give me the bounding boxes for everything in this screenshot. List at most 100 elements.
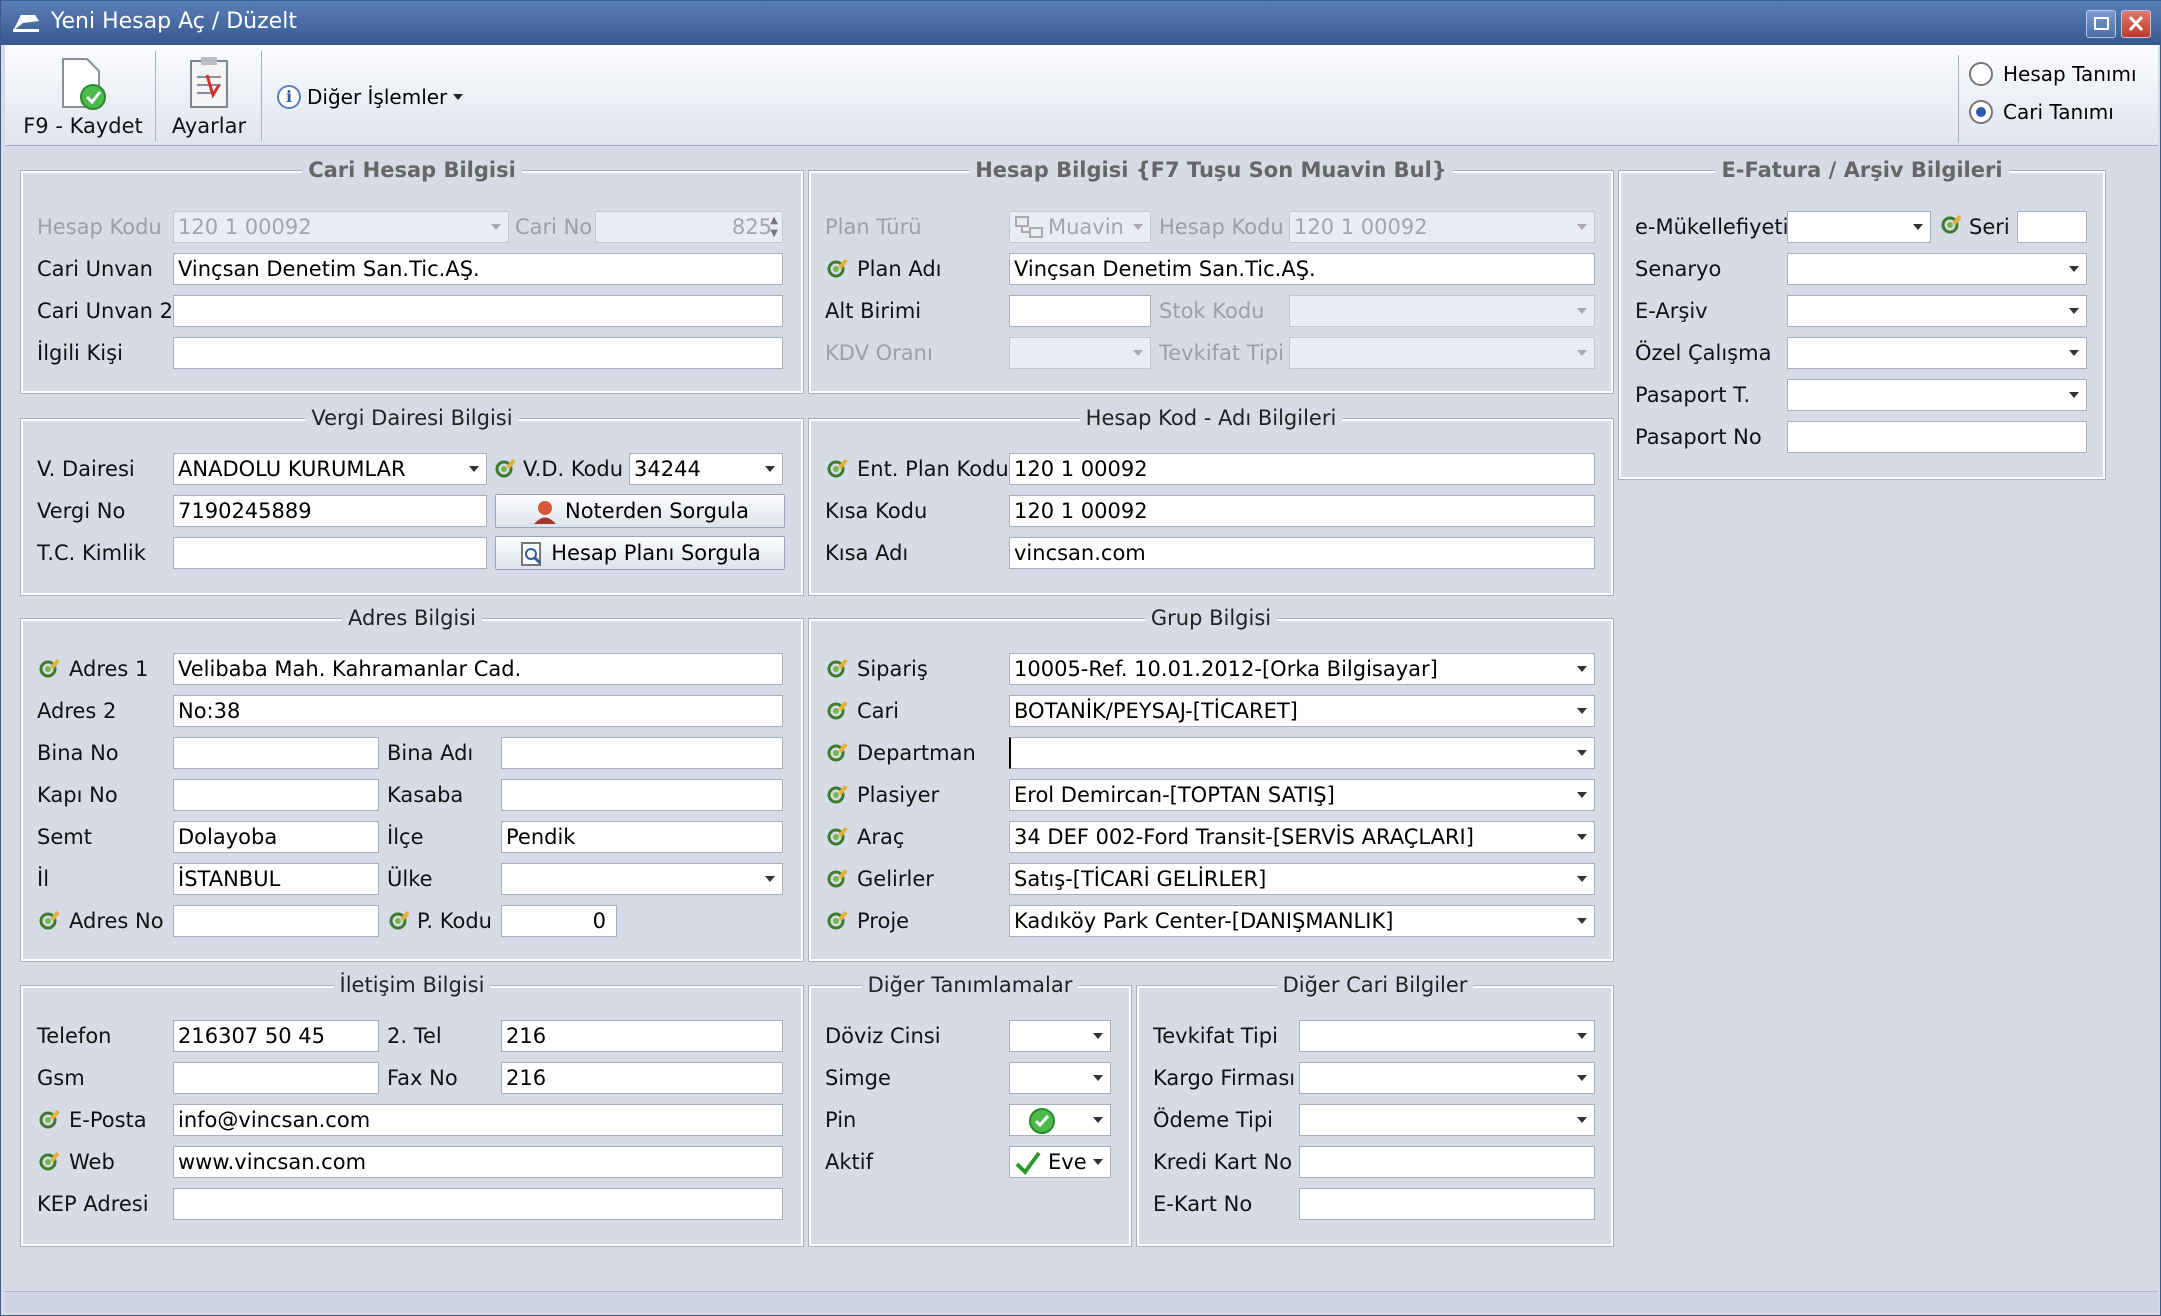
vat-rate-label: KDV Oranı xyxy=(825,341,933,365)
stock-code-field[interactable] xyxy=(1289,295,1595,327)
town-field[interactable] xyxy=(501,779,783,811)
passport-type-select[interactable] xyxy=(1787,379,2087,411)
e-card-field[interactable] xyxy=(1299,1188,1595,1220)
cari-no-field[interactable]: 825 ▲ ▼ xyxy=(595,211,783,243)
contact-person-field[interactable] xyxy=(173,337,783,369)
toolbar: F9 - Kaydet Ayarlar i Diğer İşlemler Hes… xyxy=(5,45,2158,146)
tax-office-code-select[interactable]: 34244 xyxy=(629,453,783,485)
other-operations-menu[interactable]: i Diğer İşlemler xyxy=(277,85,464,109)
symbol-select[interactable] xyxy=(1009,1062,1111,1094)
income-select[interactable]: Satış-[TİCARİ GELİRLER] xyxy=(1009,863,1595,895)
special-work-select[interactable] xyxy=(1787,337,2087,369)
key-lookup-icon[interactable] xyxy=(825,821,853,849)
country-select[interactable] xyxy=(501,863,783,895)
tc-id-field[interactable] xyxy=(173,537,487,569)
settings-button[interactable]: Ayarlar xyxy=(165,45,253,145)
kep-address-field[interactable] xyxy=(173,1188,783,1220)
short-code-field[interactable]: 120 1 00092 xyxy=(1009,495,1595,527)
cari-title-label: Cari Unvan xyxy=(37,257,153,281)
address1-field[interactable]: Velibaba Mah. Kahramanlar Cad. xyxy=(173,653,783,685)
key-lookup-icon[interactable] xyxy=(825,779,853,807)
project-select[interactable]: Kadıköy Park Center-[DANIŞMANLIK] xyxy=(1009,905,1595,937)
save-button[interactable]: F9 - Kaydet xyxy=(17,45,149,145)
e-card-label: E-Kart No xyxy=(1153,1192,1253,1216)
payment-type-select[interactable] xyxy=(1299,1104,1595,1136)
fax-field[interactable]: 216 xyxy=(501,1062,783,1094)
district-field[interactable]: Dolayoba xyxy=(173,821,379,853)
door-no-field[interactable] xyxy=(173,779,379,811)
account-code-field[interactable]: 120 1 00092 xyxy=(1289,211,1595,243)
web-label: Web xyxy=(69,1150,115,1174)
address-no-field[interactable] xyxy=(173,905,379,937)
close-icon xyxy=(2128,15,2144,32)
notary-query-button[interactable]: Noterden Sorgula xyxy=(495,494,785,528)
cari-group-select[interactable]: BOTANİK/PEYSAJ-[TİCARET] xyxy=(1009,695,1595,727)
key-lookup-icon[interactable] xyxy=(825,653,853,681)
withholding-type-select[interactable] xyxy=(1299,1020,1595,1052)
cari-title2-field[interactable] xyxy=(173,295,783,327)
key-lookup-icon[interactable] xyxy=(387,905,415,933)
key-lookup-icon[interactable] xyxy=(825,737,853,765)
integration-code-field[interactable]: 120 1 00092 xyxy=(1009,453,1595,485)
other-cari-info-group: Diğer Cari Bilgiler Tevkifat Tipi Kargo … xyxy=(1136,973,1614,1247)
key-lookup-icon[interactable] xyxy=(825,253,853,281)
sub-unit-field[interactable] xyxy=(1009,295,1151,327)
key-lookup-icon[interactable] xyxy=(825,863,853,891)
plan-name-field[interactable]: Vinçsan Denetim San.Tic.AŞ. xyxy=(1009,253,1595,285)
key-lookup-icon[interactable] xyxy=(825,905,853,933)
key-lookup-icon[interactable] xyxy=(825,695,853,723)
email-field[interactable]: info@vincsan.com xyxy=(173,1104,783,1136)
phone-field[interactable]: 216307 50 45 xyxy=(173,1020,379,1052)
department-select[interactable] xyxy=(1009,737,1595,769)
sales-rep-select[interactable]: Erol Demircan-[TOPTAN SATIŞ] xyxy=(1009,779,1595,811)
key-lookup-icon[interactable] xyxy=(37,1104,65,1132)
radio-account-definition[interactable]: Hesap Tanımı xyxy=(1969,55,2158,93)
key-lookup-icon[interactable] xyxy=(37,653,65,681)
key-lookup-icon[interactable] xyxy=(37,1146,65,1174)
group-title: Adres Bilgisi xyxy=(341,606,483,630)
vehicle-select[interactable]: 34 DEF 002-Ford Transit-[SERVİS ARAÇLARI… xyxy=(1009,821,1595,853)
radio-button[interactable] xyxy=(1969,62,1993,86)
radio-cari-definition[interactable]: Cari Tanımı xyxy=(1969,93,2158,131)
short-name-field[interactable]: vincsan.com xyxy=(1009,537,1595,569)
web-field[interactable]: www.vincsan.com xyxy=(173,1146,783,1178)
credit-card-field[interactable] xyxy=(1299,1146,1595,1178)
tax-no-field[interactable]: 7190245889 xyxy=(173,495,487,527)
city-field[interactable]: İSTANBUL xyxy=(173,863,379,895)
building-name-field[interactable] xyxy=(501,737,783,769)
phone2-field[interactable]: 216 xyxy=(501,1020,783,1052)
maximize-button[interactable] xyxy=(2086,10,2116,38)
building-no-field[interactable] xyxy=(173,737,379,769)
radio-button-selected[interactable] xyxy=(1969,100,1993,124)
account-plan-query-button[interactable]: Hesap Planı Sorgula xyxy=(495,536,785,570)
key-lookup-icon[interactable] xyxy=(493,453,521,481)
plan-type-field[interactable]: Muavin xyxy=(1009,211,1151,243)
address2-field[interactable]: No:38 xyxy=(173,695,783,727)
key-lookup-icon[interactable] xyxy=(825,453,853,481)
radio-label: Hesap Tanımı xyxy=(2003,62,2137,86)
currency-select[interactable] xyxy=(1009,1020,1111,1052)
series-field[interactable] xyxy=(2017,211,2087,243)
key-lookup-icon[interactable] xyxy=(1939,209,1967,237)
order-select[interactable]: 10005-Ref. 10.01.2012-[Orka Bilgisayar] xyxy=(1009,653,1595,685)
pin-select[interactable] xyxy=(1009,1104,1111,1136)
cargo-company-select[interactable] xyxy=(1299,1062,1595,1094)
gsm-field[interactable] xyxy=(173,1062,379,1094)
tax-office-select[interactable]: ANADOLU KURUMLAR xyxy=(173,453,487,485)
window-title: Yeni Hesap Aç / Düzelt xyxy=(51,9,297,34)
withholding-type-field[interactable] xyxy=(1289,337,1595,369)
county-field[interactable]: Pendik xyxy=(501,821,783,853)
close-button[interactable] xyxy=(2121,10,2151,38)
cari-title-field[interactable]: Vinçsan Denetim San.Tic.AŞ. xyxy=(173,253,783,285)
scenario-select[interactable] xyxy=(1787,253,2087,285)
postal-code-field[interactable]: 0 xyxy=(501,905,617,937)
chevron-down-icon xyxy=(1577,1075,1587,1081)
key-lookup-icon[interactable] xyxy=(37,905,65,933)
account-code-field[interactable]: 120 1 00092 xyxy=(173,211,509,243)
e-taxpayer-select[interactable] xyxy=(1787,211,1931,243)
vat-rate-field[interactable] xyxy=(1009,337,1151,369)
passport-no-label: Pasaport No xyxy=(1635,425,1762,449)
passport-no-field[interactable] xyxy=(1787,421,2087,453)
active-select[interactable]: Eve xyxy=(1009,1146,1111,1178)
e-archive-select[interactable] xyxy=(1787,295,2087,327)
